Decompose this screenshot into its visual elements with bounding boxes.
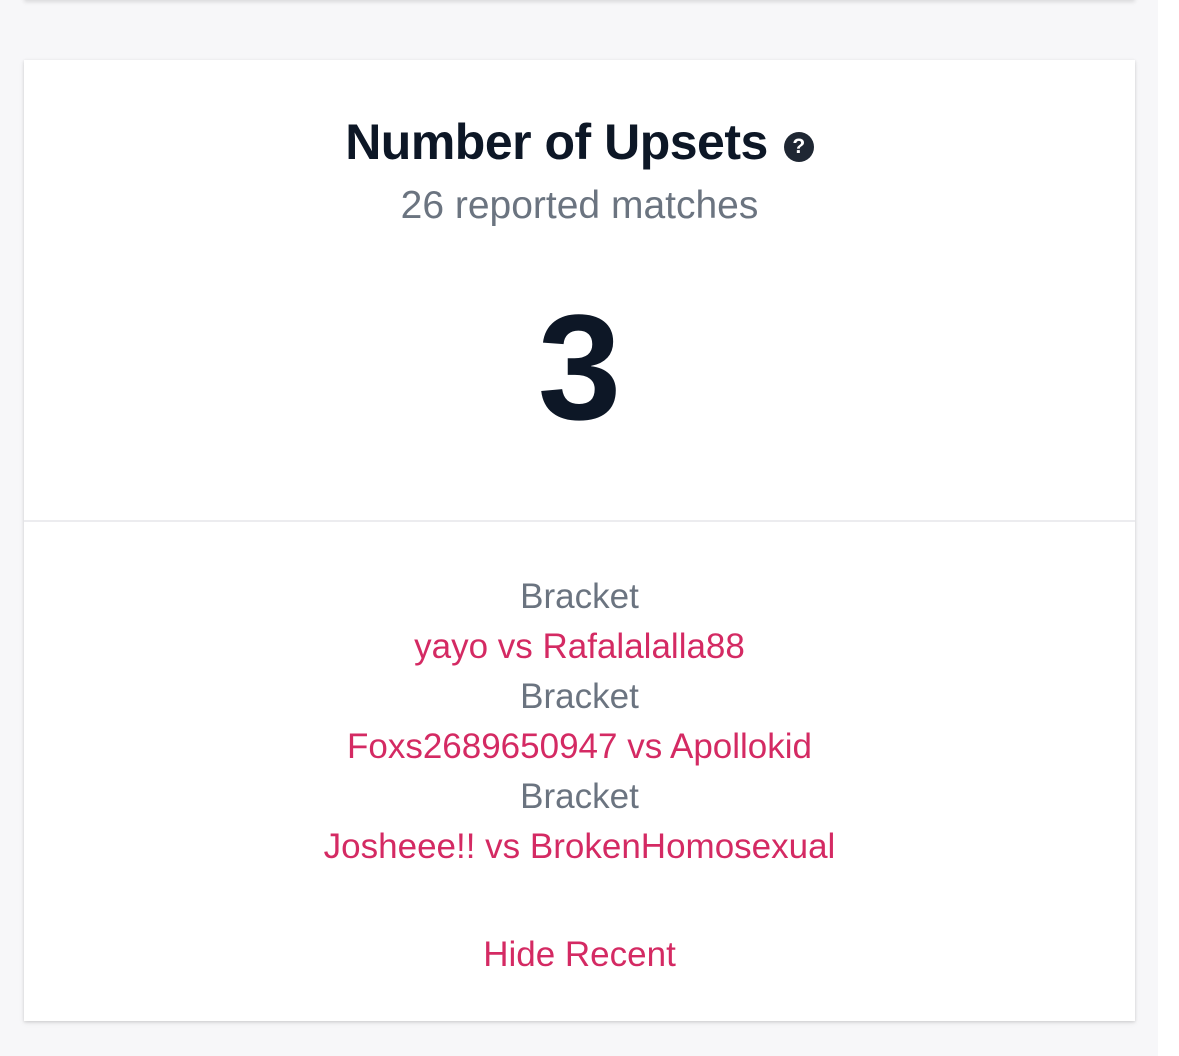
bracket-label: Bracket	[520, 577, 639, 616]
match-link[interactable]: yayo vs Rafalalalla88	[24, 622, 1135, 672]
bracket-label: Bracket	[520, 777, 639, 816]
hide-recent-button[interactable]: Hide Recent	[483, 930, 676, 980]
list-item: Bracket Foxs2689650947 vs Apollokid	[24, 672, 1135, 772]
upsets-card: Number of Upsets ? 26 reported matches 3…	[24, 60, 1135, 1021]
upsets-value: 3	[537, 283, 622, 451]
page-edge	[1158, 0, 1179, 1056]
card-title: Number of Upsets	[345, 114, 768, 170]
recent-list: Bracket yayo vs Rafalalalla88 Bracket Fo…	[24, 572, 1135, 872]
recent-upsets: Bracket yayo vs Rafalalalla88 Bracket Fo…	[24, 522, 1135, 980]
match-link[interactable]: Foxs2689650947 vs Apollokid	[24, 722, 1135, 772]
match-link[interactable]: Josheee!! vs BrokenHomosexual	[24, 822, 1135, 872]
list-item: Bracket Josheee!! vs BrokenHomosexual	[24, 772, 1135, 872]
list-item: Bracket yayo vs Rafalalalla88	[24, 572, 1135, 672]
reported-matches-count: 26 reported matches	[400, 184, 759, 227]
page: Number of Upsets ? 26 reported matches 3…	[0, 0, 1179, 1056]
card-header: Number of Upsets ?	[24, 60, 1135, 172]
question-circle-icon[interactable]: ?	[783, 132, 814, 162]
bracket-label: Bracket	[520, 677, 639, 716]
upsets-summary: Number of Upsets ? 26 reported matches 3	[24, 60, 1135, 522]
